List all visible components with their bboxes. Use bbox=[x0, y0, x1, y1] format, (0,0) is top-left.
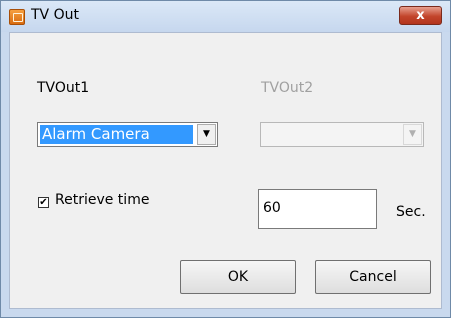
tvout1-dropdown[interactable]: Alarm Camera ▼ bbox=[37, 122, 218, 147]
app-icon bbox=[9, 9, 25, 25]
retrieve-time-label: Retrieve time bbox=[55, 192, 150, 208]
retrieve-time-checkbox[interactable]: ✔ bbox=[38, 197, 49, 208]
chevron-down-icon[interactable]: ▼ bbox=[403, 124, 422, 145]
chevron-down-icon[interactable]: ▼ bbox=[197, 124, 216, 145]
seconds-unit-label: Sec. bbox=[396, 204, 426, 220]
dialog-body: TVOut1 TVOut2 Alarm Camera ▼ ▼ ✔ Retriev… bbox=[9, 32, 442, 309]
tvout2-dropdown[interactable]: ▼ bbox=[260, 122, 424, 147]
tvout1-label: TVOut1 bbox=[37, 80, 90, 96]
tvout1-selected-value: Alarm Camera bbox=[40, 125, 193, 144]
tv-out-dialog: TV Out x TVOut1 TVOut2 Alarm Camera ▼ ▼ … bbox=[0, 0, 451, 318]
tvout2-label: TVOut2 bbox=[261, 80, 314, 96]
retrieve-time-input[interactable]: 60 bbox=[258, 189, 377, 229]
close-button[interactable]: x bbox=[399, 6, 442, 25]
window-title: TV Out bbox=[31, 7, 79, 23]
cancel-button[interactable]: Cancel bbox=[315, 260, 431, 294]
close-icon: x bbox=[416, 8, 425, 23]
ok-button[interactable]: OK bbox=[180, 260, 296, 294]
title-bar[interactable]: TV Out x bbox=[1, 1, 450, 32]
